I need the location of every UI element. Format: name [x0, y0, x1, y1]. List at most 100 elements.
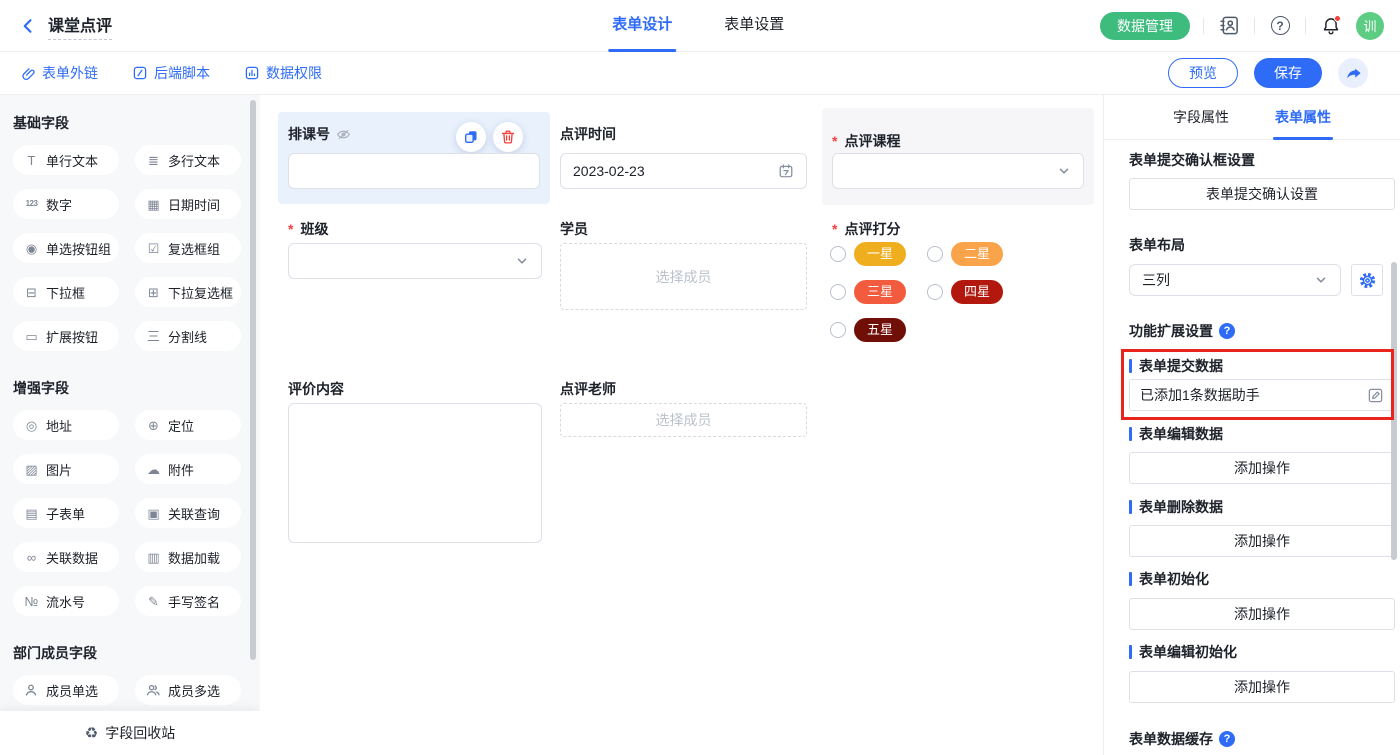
field-schedule-number-cell[interactable]: 排课号 — [278, 112, 550, 204]
field-item-label: 关联数据 — [46, 548, 98, 567]
tab-form-settings[interactable]: 表单设置 — [724, 0, 784, 52]
tab-form-design[interactable]: 表单设计 — [612, 0, 672, 52]
field-item-label: 单选按钮组 — [46, 239, 111, 258]
radio-circle-icon[interactable] — [830, 322, 846, 338]
field-item-divider[interactable]: 三分割线 — [135, 321, 241, 351]
tab-form-properties[interactable]: 表单属性 — [1275, 95, 1331, 140]
field-item-attachment[interactable]: ☁附件 — [135, 454, 241, 484]
field-item-radio-group[interactable]: ◉单选按钮组 — [13, 233, 119, 263]
field-item-checkbox-group[interactable]: ☑复选框组 — [135, 233, 241, 263]
field-item-address[interactable]: ◎地址 — [13, 410, 119, 440]
delete-data-add-button[interactable]: 添加操作 — [1129, 525, 1395, 557]
contact-book-icon[interactable] — [1217, 14, 1241, 38]
field-item-number[interactable]: 123数字 — [13, 189, 119, 219]
recycle-icon: ♻ — [85, 724, 98, 742]
radio-circle-icon[interactable] — [830, 246, 846, 262]
field-item-dropdown[interactable]: ⊟下拉框 — [13, 277, 119, 307]
edit-icon[interactable] — [1367, 387, 1384, 404]
edit-init-add-button[interactable]: 添加操作 — [1129, 671, 1395, 703]
group-accent-bar — [1129, 427, 1132, 441]
field-library-sidebar: 基础字段 T单行文本 ≣多行文本 123数字 ▦日期时间 ◉单选按钮组 ☑复选框… — [0, 95, 260, 755]
sidebar-scrollbar[interactable] — [250, 100, 256, 660]
notification-bell-icon[interactable] — [1319, 14, 1343, 38]
field-item-signature[interactable]: ✎手写签名 — [135, 586, 241, 616]
question-mark-glyph: ? — [1271, 16, 1290, 35]
field-label: 班级 — [300, 219, 328, 239]
group-label: 表单初始化 — [1139, 569, 1209, 589]
panel-scrollbar[interactable] — [1391, 262, 1397, 560]
radio-circle-icon[interactable] — [927, 246, 943, 262]
back-button[interactable] — [16, 14, 40, 38]
avatar[interactable]: 训 — [1356, 12, 1384, 40]
share-button[interactable] — [1338, 58, 1368, 88]
submit-confirm-title: 表单提交确认框设置 — [1129, 150, 1395, 170]
attachment-icon: ☁ — [146, 463, 161, 476]
member-picker-placeholder: 选择成员 — [656, 267, 712, 287]
tab-field-properties[interactable]: 字段属性 — [1173, 95, 1229, 140]
field-item-member-multi[interactable]: 成员多选 — [135, 675, 241, 705]
schedule-number-input[interactable] — [288, 153, 540, 189]
student-member-picker[interactable]: 选择成员 — [560, 243, 807, 310]
toolbar-link-label: 数据权限 — [266, 63, 322, 83]
submit-data-value-box[interactable]: 已添加1条数据助手 — [1129, 379, 1395, 411]
field-item-related-data[interactable]: ∞关联数据 — [13, 542, 119, 572]
layout-select[interactable]: 三列 — [1129, 264, 1341, 296]
people-icon — [146, 683, 161, 697]
review-course-select[interactable] — [832, 153, 1084, 189]
field-item-member-single[interactable]: 成员单选 — [13, 675, 119, 705]
help-icon[interactable]: ? — [1268, 14, 1292, 38]
field-review-course-cell[interactable]: *点评课程 — [822, 108, 1094, 205]
header-tabs: 表单设计 表单设置 — [612, 0, 784, 52]
submit-confirm-settings-button[interactable]: 表单提交确认设置 — [1129, 178, 1395, 210]
form-init-add-button[interactable]: 添加操作 — [1129, 598, 1395, 630]
copy-field-button[interactable] — [456, 122, 486, 152]
field-label: 点评老师 — [560, 379, 616, 399]
field-item-datetime[interactable]: ▦日期时间 — [135, 189, 241, 219]
cache-help-icon[interactable]: ? — [1219, 731, 1235, 747]
class-select[interactable] — [288, 243, 542, 279]
field-item-label: 单行文本 — [46, 151, 98, 170]
save-button[interactable]: 保存 — [1254, 58, 1322, 88]
field-item-related-query[interactable]: ▣关联查询 — [135, 498, 241, 528]
review-time-date-input[interactable]: 2023-02-23 — [560, 153, 807, 189]
data-permission-link[interactable]: 数据权限 — [244, 63, 322, 83]
delete-field-button[interactable] — [493, 122, 523, 152]
field-item-serial-number[interactable]: №流水号 — [13, 586, 119, 616]
field-item-multi-line-text[interactable]: ≣多行文本 — [135, 145, 241, 175]
option-pill: 三星 — [854, 280, 906, 304]
radio-option-five-star[interactable]: 五星 — [830, 317, 927, 342]
extension-help-icon[interactable]: ? — [1219, 323, 1235, 339]
field-item-location[interactable]: ⊕定位 — [135, 410, 241, 440]
group-accent-bar — [1129, 572, 1132, 586]
checkbox-icon: ☑ — [146, 242, 161, 255]
field-item-single-line-text[interactable]: T单行文本 — [13, 145, 119, 175]
radio-option-one-star[interactable]: 一星 — [830, 241, 927, 266]
field-item-extend-button[interactable]: ▭扩展按钮 — [13, 321, 119, 351]
link-icon — [20, 65, 36, 81]
form-external-link[interactable]: 表单外链 — [20, 63, 98, 83]
multi-dropdown-icon: ⊞ — [146, 286, 161, 299]
field-recycle-bin[interactable]: ♻ 字段回收站 — [0, 711, 260, 755]
radio-circle-icon[interactable] — [927, 284, 943, 300]
radio-option-two-star[interactable]: 二星 — [927, 241, 1003, 266]
sidebar-section-title: 部门成员字段 — [13, 643, 241, 663]
radio-option-three-star[interactable]: 三星 — [830, 279, 927, 304]
edit-data-add-button[interactable]: 添加操作 — [1129, 452, 1395, 484]
field-item-subform[interactable]: ▤子表单 — [13, 498, 119, 528]
review-content-textarea[interactable] — [288, 403, 542, 543]
teacher-member-picker[interactable]: 选择成员 — [560, 403, 807, 437]
field-label: 排课号 — [288, 124, 330, 144]
field-item-image[interactable]: ▨图片 — [13, 454, 119, 484]
radio-circle-icon[interactable] — [830, 284, 846, 300]
app-header: 课堂点评 表单设计 表单设置 数据管理 ? — [0, 0, 1400, 52]
field-item-data-load[interactable]: ▥数据加载 — [135, 542, 241, 572]
backend-script-link[interactable]: 后端脚本 — [132, 63, 210, 83]
multi-line-text-icon: ≣ — [146, 154, 161, 167]
data-manage-button[interactable]: 数据管理 — [1100, 12, 1190, 40]
field-item-multi-dropdown[interactable]: ⊞下拉复选框 — [135, 277, 241, 307]
layout-settings-button[interactable] — [1351, 264, 1383, 296]
option-pill: 五星 — [854, 318, 906, 342]
page-title[interactable]: 课堂点评 — [48, 12, 112, 40]
radio-option-four-star[interactable]: 四星 — [927, 279, 1003, 304]
preview-button[interactable]: 预览 — [1168, 58, 1238, 88]
